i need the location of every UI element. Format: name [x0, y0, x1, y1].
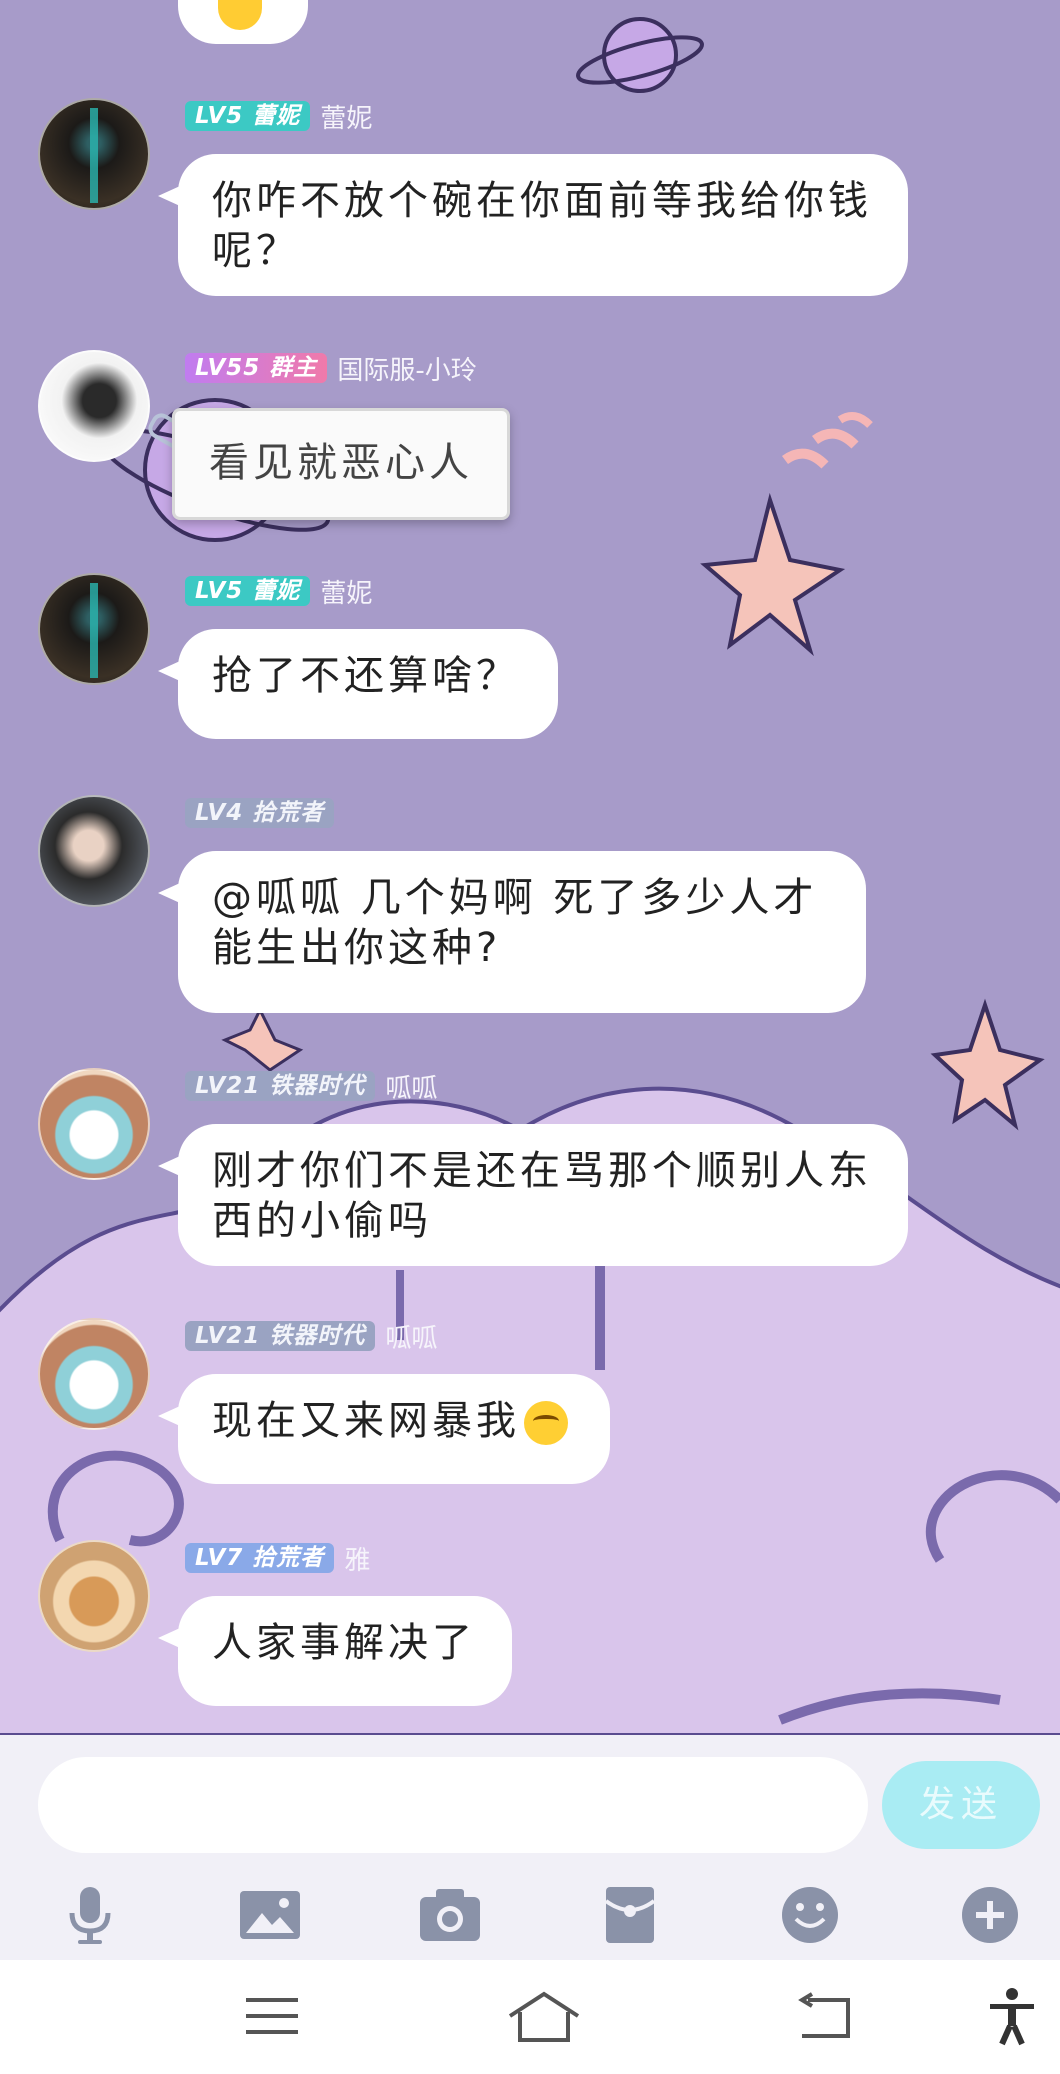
avatar[interactable]	[38, 1318, 150, 1430]
accessibility-icon[interactable]	[982, 1986, 1042, 2046]
level-badge: LV4 拾荒者	[185, 798, 335, 828]
emoji-icon[interactable]	[778, 1885, 842, 1945]
message-bubble[interactable]: 现在又来网暴我	[158, 1374, 610, 1484]
message-text: 看见就恶心人	[209, 440, 473, 486]
sender-name[interactable]: 蕾妮	[320, 573, 372, 610]
message-bubble[interactable]: 抢了不还算啥？	[158, 629, 558, 739]
back-icon[interactable]	[794, 1986, 854, 2046]
message-text: @呱呱 几个妈啊 死了多少人才能生出你这种?	[212, 875, 818, 971]
menu-icon[interactable]	[242, 1986, 302, 2046]
sender-name[interactable]: 呱呱	[385, 1068, 437, 1105]
sender-name[interactable]: 国际服-小玲	[337, 350, 476, 387]
message-header: LV21 铁器时代 呱呱	[185, 1068, 437, 1105]
sender-name[interactable]: 呱呱	[385, 1318, 437, 1355]
level-badge: LV7 拾荒者	[185, 1543, 335, 1573]
message-bubble[interactable]: 你咋不放个碗在你面前等我给你钱呢？	[158, 154, 908, 296]
message-bubble[interactable]: 看见就恶心人	[172, 408, 510, 520]
avatar[interactable]	[38, 1540, 150, 1652]
composer-bar: 发送	[0, 1735, 1060, 1960]
partial-bubble	[178, 0, 308, 44]
avatar[interactable]	[38, 573, 150, 685]
avatar[interactable]	[38, 795, 150, 907]
camera-icon[interactable]	[418, 1885, 482, 1945]
avatar[interactable]	[38, 1068, 150, 1180]
message-input[interactable]	[38, 1757, 868, 1853]
message-header: LV21 铁器时代 呱呱	[185, 1318, 437, 1355]
red-packet-icon[interactable]	[598, 1885, 662, 1945]
sticker-icon	[218, 0, 262, 30]
avatar[interactable]	[38, 350, 150, 462]
smirk-emoji-icon	[524, 1401, 568, 1445]
avatar[interactable]	[38, 98, 150, 210]
message-text: 抢了不还算啥？	[212, 653, 520, 699]
home-icon[interactable]	[504, 1986, 584, 2046]
level-badge: LV55 群主	[185, 353, 328, 383]
message-header: LV55 群主 国际服-小玲	[185, 350, 477, 387]
message-text: 现在又来网暴我	[212, 1398, 520, 1444]
message-bubble[interactable]: 人家事解决了	[158, 1596, 512, 1706]
level-badge: LV21 铁器时代	[185, 1321, 376, 1351]
message-header: LV4 拾荒者	[185, 797, 344, 829]
plus-icon[interactable]	[958, 1885, 1022, 1945]
message-text: 人家事解决了	[212, 1620, 476, 1666]
level-badge: LV21 铁器时代	[185, 1071, 376, 1101]
level-badge: LV5 蕾妮	[185, 576, 311, 606]
message-text: 刚才你们不是还在骂那个顺别人东西的小偷吗	[212, 1148, 872, 1244]
sender-name[interactable]: 蕾妮	[320, 98, 372, 135]
message-header: LV5 蕾妮 蕾妮	[185, 573, 372, 610]
message-header: LV5 蕾妮 蕾妮	[185, 98, 372, 135]
system-nav-bar	[0, 1960, 1060, 2074]
microphone-icon[interactable]	[58, 1885, 122, 1945]
message-header: LV7 拾荒者 雅	[185, 1540, 370, 1577]
sender-name[interactable]: 雅	[344, 1540, 370, 1577]
message-bubble[interactable]: 刚才你们不是还在骂那个顺别人东西的小偷吗	[158, 1124, 908, 1266]
level-badge: LV5 蕾妮	[185, 101, 311, 131]
message-bubble[interactable]: @呱呱 几个妈啊 死了多少人才能生出你这种?	[158, 851, 866, 1013]
send-button[interactable]: 发送	[882, 1761, 1040, 1849]
image-icon[interactable]	[238, 1885, 302, 1945]
message-text: 你咋不放个碗在你面前等我给你钱呢？	[212, 178, 872, 274]
